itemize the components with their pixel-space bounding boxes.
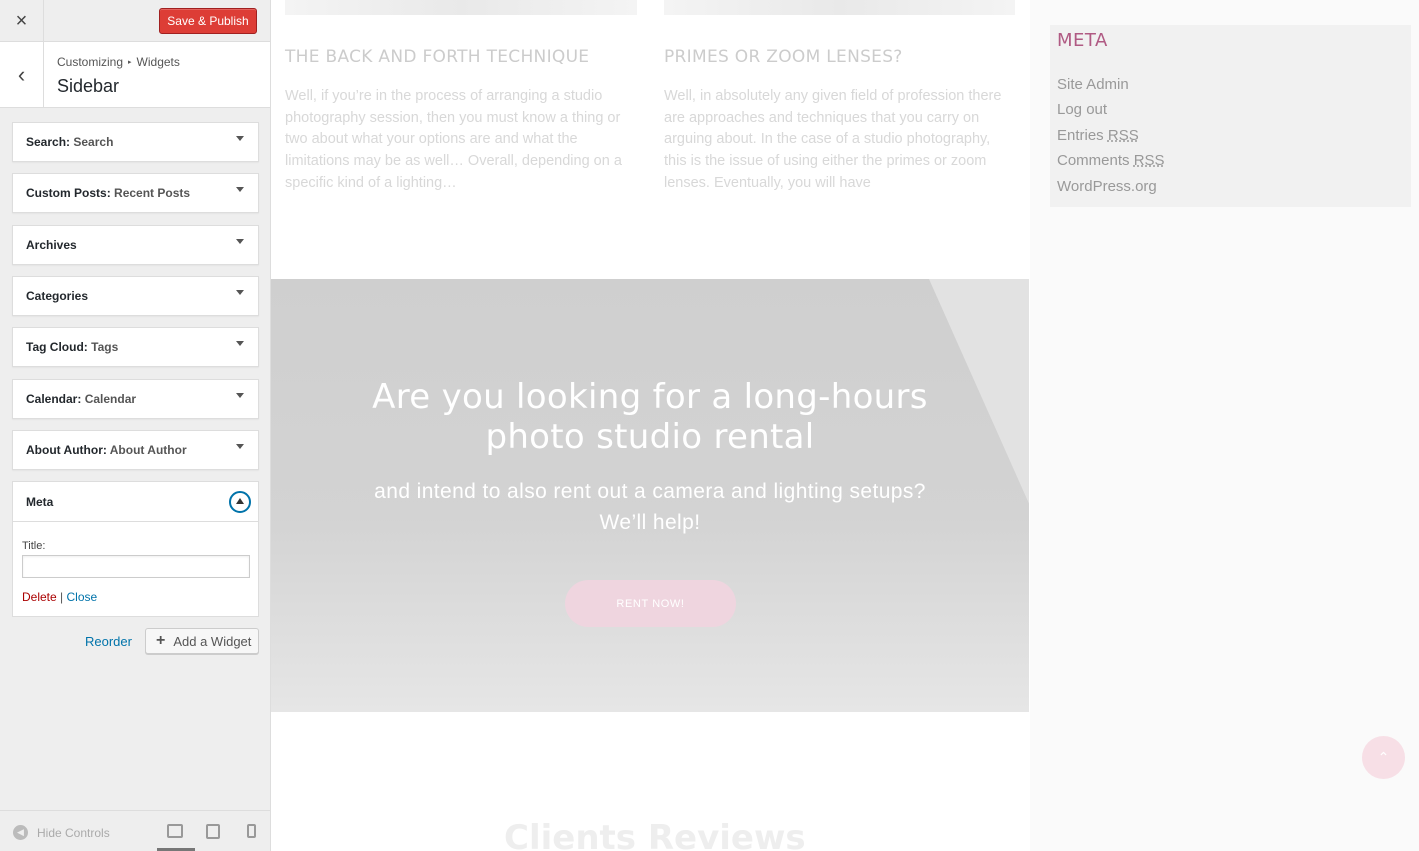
delete-link[interactable]: Delete xyxy=(22,590,57,604)
expand-arrow-icon[interactable] xyxy=(236,187,244,192)
close-link[interactable]: Close xyxy=(66,590,97,604)
meta-links: Site Admin Log out Entries RSS Comments … xyxy=(1057,72,1165,199)
hide-controls-button[interactable]: ◀ Hide Controls xyxy=(13,825,110,840)
post-title[interactable]: PRIMES OR ZOOM LENSES? xyxy=(664,47,903,67)
mobile-preview-icon[interactable] xyxy=(247,824,256,838)
title-field[interactable] xyxy=(22,555,250,578)
post-thumbnail[interactable] xyxy=(285,0,637,15)
reorder-link[interactable]: Reorder xyxy=(85,634,132,649)
action-separator: | xyxy=(56,590,67,604)
widget-title: Archives xyxy=(26,238,77,252)
widget-title: About Author: About Author xyxy=(26,443,187,457)
widget-title: Search: Search xyxy=(26,135,114,149)
breadcrumb-current: Widgets xyxy=(136,55,180,69)
widget-categories[interactable]: Categories xyxy=(12,276,259,316)
widget-calendar[interactable]: Calendar: Calendar xyxy=(12,379,259,419)
post-title[interactable]: THE BACK AND FORTH TECHNIQUE xyxy=(285,47,589,67)
widget-archives[interactable]: Archives xyxy=(12,225,259,265)
banner-heading: Are you looking for a long-hours photo s… xyxy=(372,377,928,457)
customizer-footer: ◀ Hide Controls xyxy=(0,810,270,851)
widget-meta-header[interactable]: Meta xyxy=(13,482,258,522)
breadcrumb-separator-icon: ▸ xyxy=(128,59,132,66)
title-field-label: Title: xyxy=(22,540,46,552)
rental-banner: Are you looking for a long-hours photo s… xyxy=(271,279,1029,712)
collapse-arrow-icon[interactable] xyxy=(229,491,251,513)
add-widget-button[interactable]: + Add a Widget xyxy=(145,628,259,654)
desktop-preview-icon[interactable] xyxy=(167,824,183,838)
widget-search[interactable]: Search: Search xyxy=(12,122,259,162)
customizer-header: × Save & Publish xyxy=(0,0,270,42)
expand-arrow-icon[interactable] xyxy=(236,136,244,141)
expand-arrow-icon[interactable] xyxy=(236,290,244,295)
widget-actions: Delete | Close xyxy=(22,590,97,604)
post-excerpt: Well, in absolutely any given field of p… xyxy=(664,88,1002,191)
wordpress-org-link[interactable]: WordPress.org xyxy=(1057,174,1165,199)
widget-title: Tag Cloud: Tags xyxy=(26,340,119,354)
scroll-to-top-icon[interactable]: ⌃ xyxy=(1362,736,1405,779)
expand-arrow-icon[interactable] xyxy=(236,444,244,449)
close-customizer-icon[interactable]: × xyxy=(0,0,44,42)
comments-rss-link[interactable]: Comments RSS xyxy=(1057,148,1165,173)
tablet-preview-icon[interactable] xyxy=(206,824,220,839)
hide-controls-label: Hide Controls xyxy=(37,825,110,840)
log-out-link[interactable]: Log out xyxy=(1057,97,1165,122)
section-title: Sidebar xyxy=(57,76,120,96)
widget-title: Meta xyxy=(26,495,54,509)
widget-title: Categories xyxy=(26,289,89,303)
rent-now-button[interactable]: RENT NOW! xyxy=(565,580,736,627)
widget-about-author[interactable]: About Author: About Author xyxy=(12,430,259,470)
add-widget-label: Add a Widget xyxy=(173,633,252,649)
clients-reviews-heading: Clients Reviews xyxy=(504,818,806,851)
site-admin-link[interactable]: Site Admin xyxy=(1057,72,1165,97)
collapse-left-icon: ◀ xyxy=(13,825,28,840)
widget-title: Calendar: Calendar xyxy=(26,392,137,406)
customizer-panel: × Save & Publish ‹ Customizing ▸ Widgets S… xyxy=(0,0,271,851)
save-publish-button[interactable]: Save & Publish xyxy=(159,8,257,34)
widget-title: Custom Posts: Recent Posts xyxy=(26,186,191,200)
post-excerpt: Well, if you’re in the process of arrang… xyxy=(285,88,622,191)
section-header: ‹ Customizing ▸ Widgets Sidebar xyxy=(0,42,270,108)
expand-arrow-icon[interactable] xyxy=(236,341,244,346)
plus-icon: + xyxy=(156,632,166,649)
expand-arrow-icon[interactable] xyxy=(236,239,244,244)
breadcrumb-root: Customizing xyxy=(57,55,124,69)
meta-widget-title: META xyxy=(1057,30,1108,51)
widget-meta-expanded: Meta Title: Delete | Close xyxy=(12,481,259,617)
post-thumbnail[interactable] xyxy=(664,0,1015,15)
meta-widget-preview: META Site Admin Log out Entries RSS Comm… xyxy=(1050,25,1411,207)
expand-arrow-icon[interactable] xyxy=(236,393,244,398)
breadcrumb: Customizing ▸ Widgets xyxy=(57,55,180,69)
site-preview: THE BACK AND FORTH TECHNIQUE PRIMES OR Z… xyxy=(271,0,1419,851)
widget-tag-cloud[interactable]: Tag Cloud: Tags xyxy=(12,327,259,367)
entries-rss-link[interactable]: Entries RSS xyxy=(1057,123,1165,148)
back-arrow-icon[interactable]: ‹ xyxy=(0,42,44,107)
widget-custom-posts[interactable]: Custom Posts: Recent Posts xyxy=(12,173,259,213)
banner-subheading: and intend to also rent out a camera and… xyxy=(374,480,926,534)
